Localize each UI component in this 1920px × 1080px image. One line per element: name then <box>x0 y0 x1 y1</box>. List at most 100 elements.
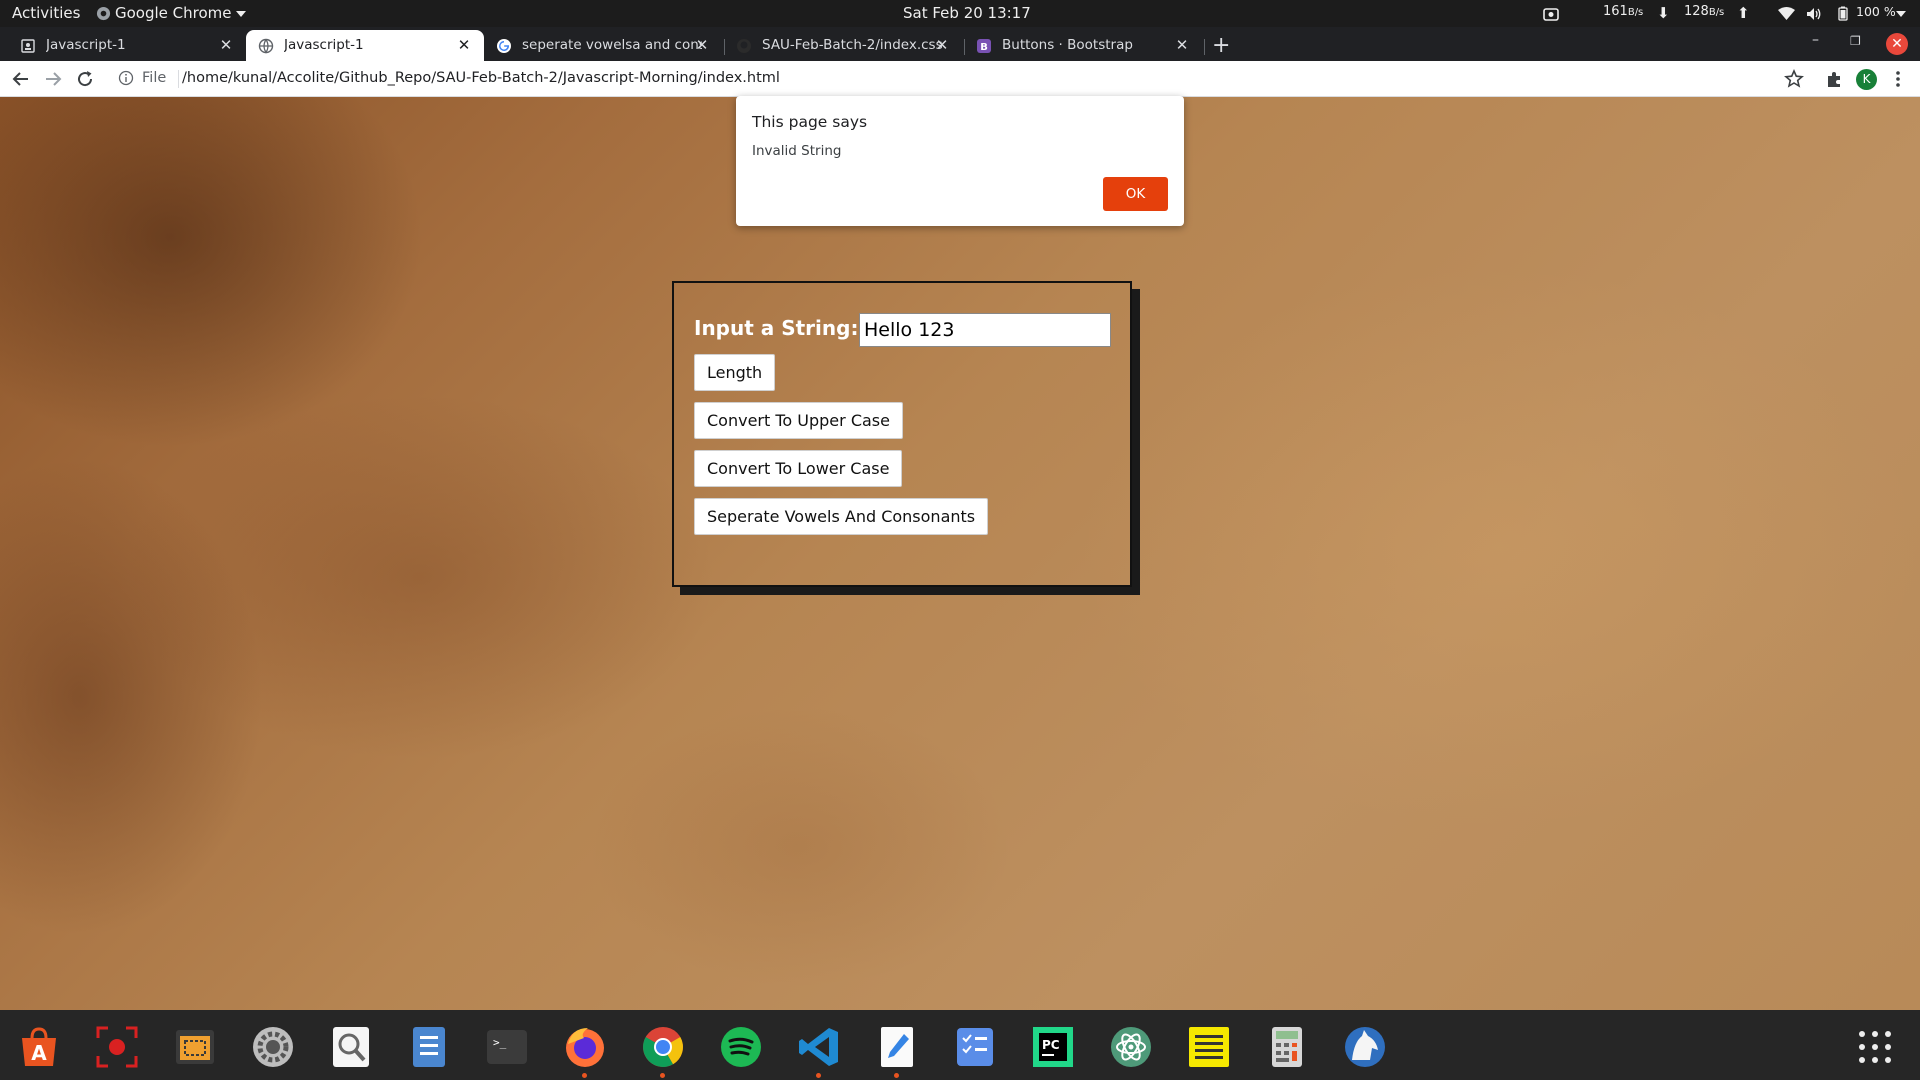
tab-separator <box>1204 39 1205 55</box>
terminal-icon[interactable]: >_ <box>484 1024 530 1070</box>
alert-dialog: This page says Invalid String OK <box>736 96 1184 226</box>
profile-avatar[interactable]: K <box>1856 69 1877 90</box>
url-text[interactable]: /home/kunal/Accolite/Github_Repo/SAU-Feb… <box>182 70 780 86</box>
screenshot-icon[interactable] <box>172 1024 218 1070</box>
app-menu[interactable]: Google Chrome <box>96 4 247 22</box>
info-icon[interactable] <box>118 70 134 86</box>
close-tab-icon[interactable]: ✕ <box>218 36 234 54</box>
net-down-unit: B/s <box>1627 7 1644 18</box>
atom-icon[interactable] <box>1108 1024 1154 1070</box>
bookmark-star-icon[interactable] <box>1783 68 1805 90</box>
text-editor-icon[interactable] <box>874 1024 920 1070</box>
browser-toolbar: File /home/kunal/Accolite/Github_Repo/SA… <box>0 61 1920 97</box>
close-tab-icon[interactable]: ✕ <box>456 36 472 54</box>
github-icon <box>737 39 751 53</box>
url-divider <box>178 70 179 88</box>
wifi-icon[interactable] <box>1778 4 1795 22</box>
tab-title: seperate vowelsa and cons <box>522 37 702 53</box>
tab-google-search[interactable]: seperate vowelsa and cons ✕ <box>484 30 722 61</box>
tab-title: Javascript-1 <box>46 37 126 53</box>
kebab-menu-icon[interactable] <box>1887 68 1909 90</box>
tab-title: Javascript-1 <box>284 37 364 53</box>
reload-icon[interactable] <box>74 68 96 90</box>
screen-recorder-icon[interactable] <box>94 1024 140 1070</box>
clock[interactable]: Sat Feb 20 13:17 <box>903 4 1031 22</box>
spotify-icon[interactable] <box>718 1024 764 1070</box>
close-tab-icon[interactable]: ✕ <box>694 36 710 54</box>
net-up-value: 128 <box>1684 4 1709 19</box>
show-applications-icon[interactable] <box>1856 1028 1894 1066</box>
battery-percent: 100 % <box>1856 4 1896 19</box>
net-down-value: 161 <box>1603 4 1628 19</box>
files-icon[interactable] <box>406 1024 452 1070</box>
calculator-icon[interactable] <box>1264 1024 1310 1070</box>
battery-icon[interactable] <box>1837 4 1849 22</box>
svg-text:>_: >_ <box>493 1036 507 1049</box>
tab-bootstrap-buttons[interactable]: B Buttons · Bootstrap ✕ <box>964 30 1202 61</box>
bootstrap-icon: B <box>977 39 991 53</box>
svg-text:A: A <box>31 1041 47 1065</box>
system-menu-caret-icon[interactable] <box>1896 4 1906 22</box>
extensions-puzzle-icon[interactable] <box>1823 68 1845 90</box>
tab-github-css[interactable]: SAU-Feb-Batch-2/index.css ✕ <box>724 30 962 61</box>
tab-javascript-1-first[interactable]: Javascript-1 ✕ <box>8 30 246 61</box>
svg-text:B: B <box>980 42 988 53</box>
dialog-title: This page says <box>752 113 868 131</box>
close-tab-icon[interactable]: ✕ <box>1174 36 1190 54</box>
back-arrow-icon[interactable] <box>10 68 32 90</box>
net-up-speed: 128B/s <box>1684 4 1724 19</box>
url-scheme-label: File <box>142 70 167 86</box>
new-tab-button[interactable]: + <box>1212 33 1230 58</box>
net-up-unit: B/s <box>1708 7 1725 18</box>
upload-arrow-icon: ⬆ <box>1737 4 1750 22</box>
separate-vowels-button[interactable]: Seperate Vowels And Consonants <box>694 498 989 535</box>
upper-case-button[interactable]: Convert To Upper Case <box>694 402 903 439</box>
string-tools-card: Input a String: Length Convert To Upper … <box>672 281 1132 587</box>
download-arrow-icon: ⬇ <box>1657 4 1670 22</box>
screen-recording-icon[interactable] <box>1543 4 1559 22</box>
dialog-message: Invalid String <box>752 143 842 159</box>
activities-button[interactable]: Activities <box>12 4 80 22</box>
minimize-window-icon[interactable]: – <box>1812 32 1819 48</box>
length-button[interactable]: Length <box>694 354 776 391</box>
forward-arrow-icon[interactable] <box>42 68 64 90</box>
close-tab-icon[interactable]: ✕ <box>934 36 950 54</box>
settings-icon[interactable] <box>250 1024 296 1070</box>
tab-title: SAU-Feb-Batch-2/index.css <box>762 37 942 53</box>
vscode-icon[interactable] <box>796 1024 842 1070</box>
volume-icon[interactable] <box>1806 4 1822 22</box>
browser-tab-strip: Javascript-1 ✕ Javascript-1 ✕ seperate v… <box>0 27 1920 61</box>
pycharm-icon[interactable]: PC <box>1030 1024 1076 1070</box>
app-menu-label: Google Chrome <box>115 4 232 22</box>
globe-icon <box>258 38 274 54</box>
firefox-icon[interactable] <box>562 1024 608 1070</box>
system-top-bar: Activities Google Chrome Sat Feb 20 13:1… <box>0 0 1920 27</box>
string-input-label: Input a String: <box>694 316 859 340</box>
ok-button[interactable]: OK <box>1103 177 1168 211</box>
wolf-app-icon[interactable] <box>1342 1024 1388 1070</box>
net-down-speed: 161B/s <box>1603 4 1643 19</box>
restore-window-icon[interactable]: ❐ <box>1850 34 1861 48</box>
ubuntu-software-icon[interactable]: A <box>16 1024 62 1070</box>
running-indicator <box>894 1073 899 1078</box>
notes-icon[interactable] <box>1186 1024 1232 1070</box>
running-indicator <box>660 1073 665 1078</box>
running-indicator <box>582 1073 587 1078</box>
svg-text:PC: PC <box>1042 1038 1060 1052</box>
image-viewer-icon[interactable] <box>328 1024 374 1070</box>
string-input[interactable] <box>859 313 1111 347</box>
tab-title: Buttons · Bootstrap <box>1002 37 1133 53</box>
running-indicator <box>816 1073 821 1078</box>
dock: A >_ PC <box>0 1010 1920 1080</box>
caret-down-icon <box>236 10 247 17</box>
lower-case-button[interactable]: Convert To Lower Case <box>694 450 903 487</box>
address-bar[interactable]: File /home/kunal/Accolite/Github_Repo/SA… <box>110 64 1790 94</box>
google-icon <box>497 39 511 53</box>
tab-javascript-1-active[interactable]: Javascript-1 ✕ <box>246 30 484 61</box>
chrome-small-icon <box>96 6 111 21</box>
chrome-icon[interactable] <box>640 1024 686 1070</box>
file-page-icon <box>21 39 35 53</box>
page-viewport: Input a String: Length Convert To Upper … <box>0 97 1920 1010</box>
tasks-icon[interactable] <box>952 1024 998 1070</box>
close-window-icon[interactable]: ✕ <box>1886 33 1908 55</box>
